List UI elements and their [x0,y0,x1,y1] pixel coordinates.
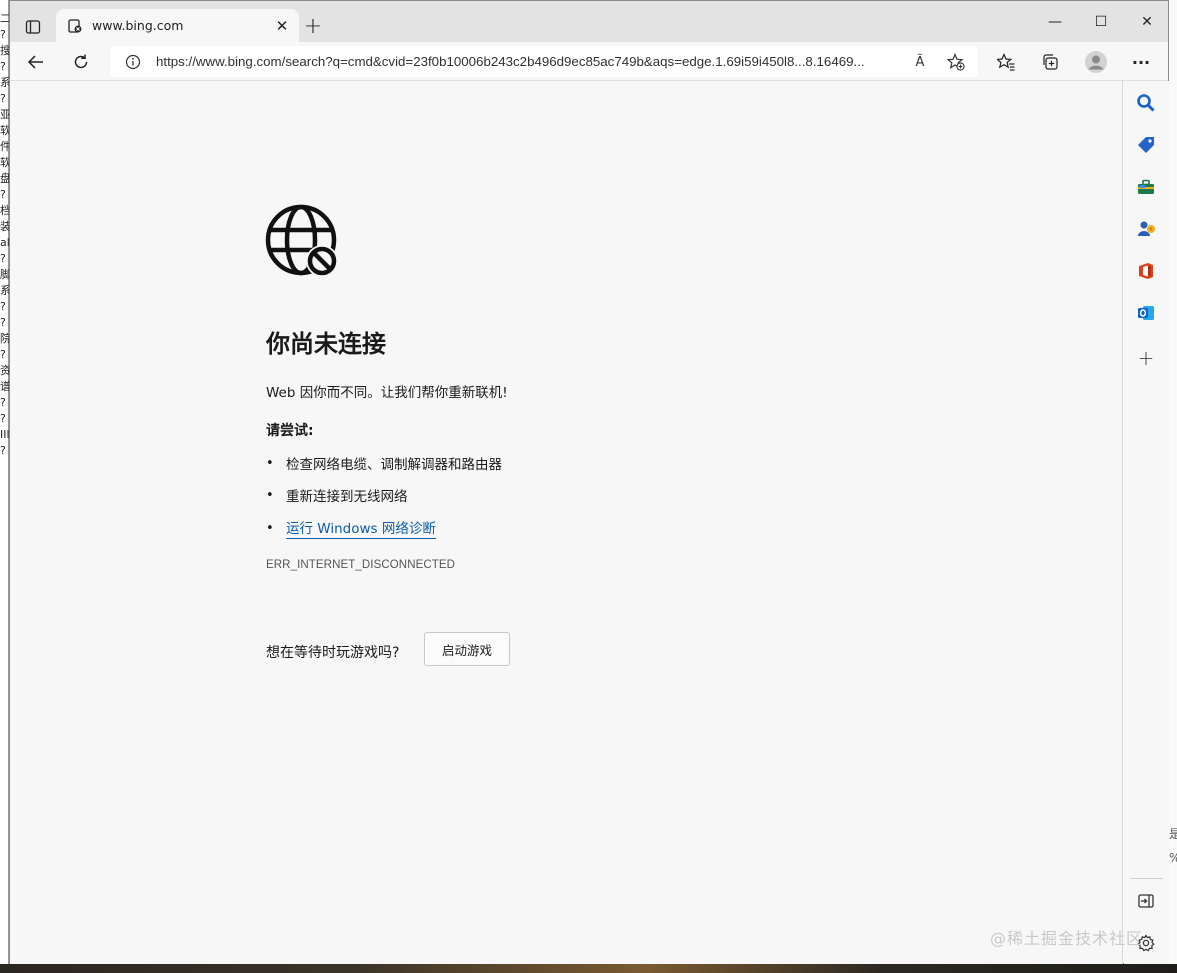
desktop-fragment-text: ? [0,28,6,41]
watermark-text: @稀土掘金技术社区 [990,929,1144,948]
favorites-list-icon [997,53,1015,71]
sidebar-games-icon[interactable] [1135,218,1157,240]
network-diagnostics-link[interactable]: 运行 Windows 网络诊断 [286,517,436,539]
desktop-fragment-text: ? [0,412,6,425]
site-info-icon[interactable] [124,53,142,71]
bullet: • [266,520,274,536]
desktop-fragment-text: ? [0,252,6,265]
desktop-fragment-text: 软 [0,156,9,169]
refresh-icon [74,54,88,69]
suggestion-text: 重新连接到无线网络 [286,489,408,505]
active-tab[interactable]: www.bing.com ✕ [56,9,299,42]
tab-offline-favicon-icon [68,18,82,33]
desktop-fragment-text: 系 [0,76,9,89]
close-window-button[interactable]: ✕ [1124,7,1170,37]
bullet: • [266,455,274,471]
desktop-fragment-text: ? [0,300,6,313]
desktop-fragment-text: 搜 [0,44,9,57]
desktop-left-edge: 二?搜?系?亚软件软盘?档装ak?脚系??院?资谱??IIl? [0,0,9,973]
desktop-fragment-text: 盘 [0,172,9,185]
try-heading: 请尝试: [266,423,314,439]
profile-button[interactable] [1081,47,1111,77]
desktop-fragment-text: 二 [0,12,9,25]
sidebar-tools-icon[interactable] [1135,176,1157,198]
minimize-button[interactable]: — [1032,7,1078,37]
desktop-fragment-text: 装 [0,220,9,233]
error-subtext: Web 因你而不同。让我们帮你重新联机! [266,385,508,401]
desktop-fragment-text: 资 [0,364,9,377]
list-item: • 重新连接到无线网络 [266,485,408,506]
desktop-fragment-text: ak [0,236,9,249]
url-text[interactable]: https://www.bing.com/search?q=cmd&cvid=2… [156,54,896,69]
list-item: • 运行 Windows 网络诊断 [266,517,436,539]
suggestion-text: 检查网络电缆、调制解调器和路由器 [286,457,502,473]
desktop-fragment-text: 亚 [0,108,9,121]
add-favorite-icon[interactable] [944,50,968,74]
desktop-fragment-text: 档 [0,204,9,217]
desktop-fragment-text: ? [0,316,6,329]
desktop-fragment-text: ? [0,444,6,457]
start-game-button[interactable]: 启动游戏 [424,632,510,666]
tab-actions-button[interactable] [20,14,46,40]
sidebar-shopping-icon[interactable] [1135,134,1157,156]
list-item: • 检查网络电缆、调制解调器和路由器 [266,453,502,474]
game-prompt: 想在等待时玩游戏吗? [266,645,400,661]
globe-blocked-icon [265,204,338,277]
desktop-fragment-text: % [1169,850,1177,866]
hide-sidebar-icon[interactable] [1135,890,1157,912]
desktop-fragment-text: IIl [0,428,9,441]
edge-sidebar: + [1124,81,1169,964]
desktop-fragment-text: 软 [0,124,9,137]
desktop-fragment-text: 系 [0,284,9,297]
tab-title: www.bing.com [92,18,184,33]
avatar [1085,51,1107,73]
sidebar-divider [1130,878,1163,879]
sidebar-add-icon[interactable]: + [1135,346,1157,370]
sidebar-search-icon[interactable] [1135,92,1157,114]
sidebar-office-icon[interactable] [1135,260,1157,282]
navigation-toolbar: https://www.bing.com/search?q=cmd&cvid=2… [10,42,1168,81]
desktop-taskbar-strip [0,964,1177,973]
new-tab-button[interactable]: + [300,13,326,39]
desktop-fragment-text: ? [0,92,6,105]
desktop-right-edge: 是% [1169,0,1177,973]
collections-button[interactable] [1035,47,1065,77]
desktop-fragment-text: 院 [0,332,9,345]
desktop-fragment-text: 是 [1169,827,1177,841]
desktop-fragment-text: 谱 [0,380,9,393]
read-aloud-icon[interactable]: Ã [908,50,932,74]
collections-icon [1043,54,1058,70]
desktop-fragment-text: ? [0,188,6,201]
error-page: 你尚未连接 Web 因你而不同。让我们帮你重新联机! 请尝试: • 检查网络电缆… [10,81,1123,964]
tab-close-icon[interactable]: ✕ [271,15,293,37]
error-code: ERR_INTERNET_DISCONNECTED [266,559,456,571]
title-bar: www.bing.com ✕ + — ☐ ✕ [10,1,1168,42]
desktop-fragment-text: 件 [0,140,9,153]
address-bar[interactable]: https://www.bing.com/search?q=cmd&cvid=2… [110,46,978,77]
desktop-fragment-text: 脚 [0,268,9,281]
favorites-button[interactable] [991,47,1021,77]
bullet: • [266,487,274,503]
desktop-fragment-text: ? [0,60,6,73]
desktop-fragment-text: ? [0,396,6,409]
refresh-button[interactable] [66,47,96,77]
back-button[interactable] [21,47,51,77]
maximize-button[interactable]: ☐ [1078,7,1124,37]
settings-more-button[interactable]: ··· [1126,47,1156,77]
desktop-fragment-text: ? [0,348,6,361]
page-title: 你尚未连接 [266,330,386,358]
sidebar-outlook-icon[interactable] [1135,302,1157,324]
back-arrow-icon [27,55,43,69]
tab-actions-icon [25,20,41,34]
browser-window: www.bing.com ✕ + — ☐ ✕ https://www.bing.… [9,0,1169,964]
